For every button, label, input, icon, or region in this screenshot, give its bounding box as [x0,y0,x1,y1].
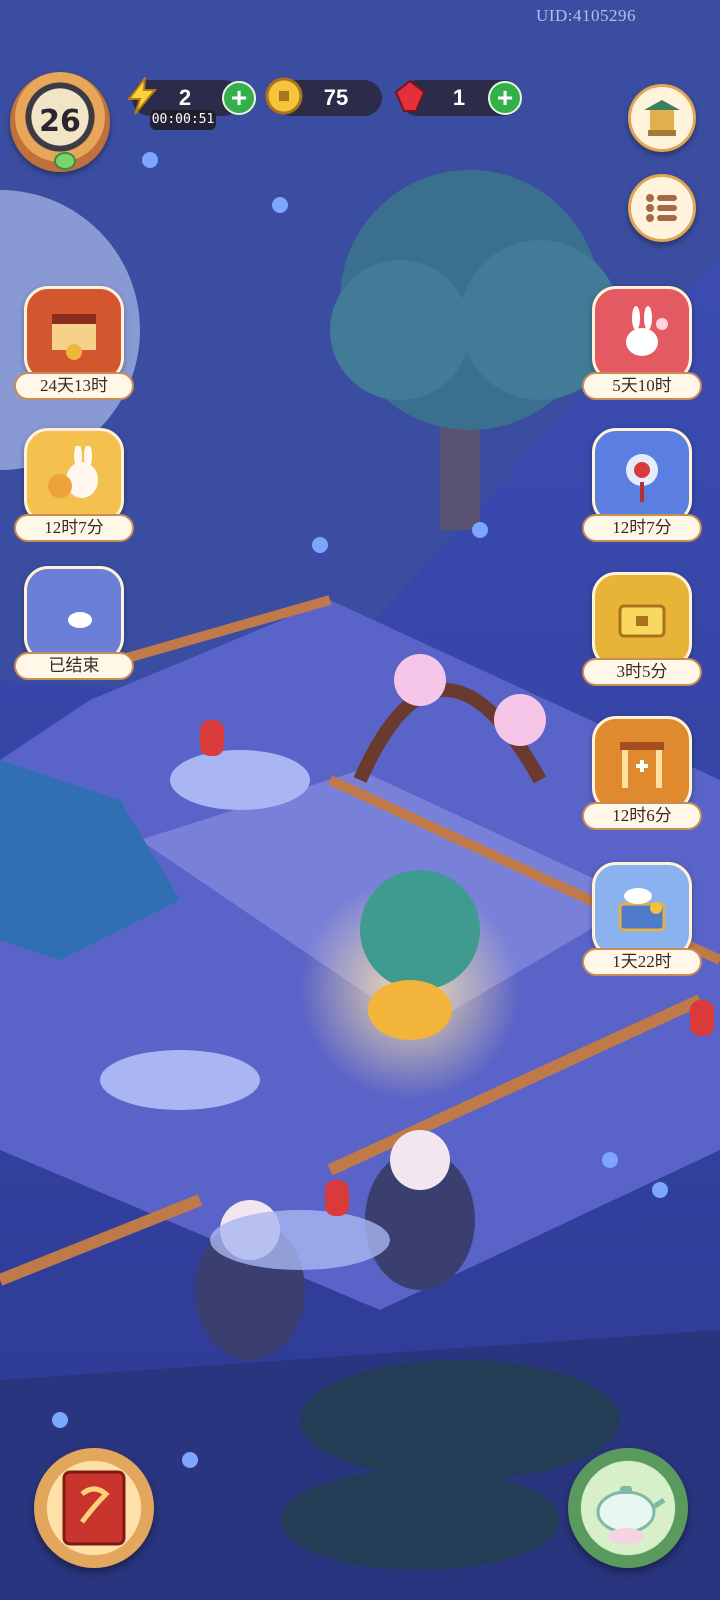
event-badge-left-1[interactable]: 24天13时 [14,286,134,406]
level-number: 26 [39,104,81,139]
event-timer-label: 12时7分 [14,514,134,542]
add-gem-button[interactable]: + [488,81,522,115]
teapot-button[interactable] [568,1448,688,1568]
event-timer-label: 24天13时 [14,372,134,400]
event-timer-label: 5天10时 [582,372,702,400]
red-book-icon [62,1470,126,1546]
golden-chest-icon [592,572,692,668]
teapot-icon [596,1486,666,1544]
event-timer-label: 已结束 [14,652,134,680]
journal-book-button[interactable] [34,1448,154,1568]
event-badge-right-4[interactable]: 12时6分 [582,716,702,836]
coin-value: 75 [323,85,349,110]
coin-icon [264,76,304,116]
treasure-chest-icon [592,862,692,958]
menu-button[interactable] [628,174,696,242]
plus-one-gate-icon [592,716,692,812]
energy-timer: 00:00:51 [150,110,216,130]
rabbit-blossom-icon [592,286,692,382]
event-badge-left-3[interactable]: 已结束 [14,566,134,686]
list-icon [646,194,677,222]
event-badge-left-2[interactable]: 12时7分 [14,428,134,548]
energy-value: 2 [178,85,192,110]
moon-rabbit-icon [24,566,124,662]
event-timer-label: 12时6分 [582,802,702,830]
coin-counter: 75 [265,77,382,116]
gem-value: 1 [452,85,466,110]
shop-pavilion-button[interactable] [628,84,696,152]
pavilion-icon [644,100,680,136]
add-energy-button[interactable]: + [222,81,256,115]
knot-charm-icon [592,428,692,524]
rabbit-lantern-icon [24,428,124,524]
level-flower-icon [54,152,76,170]
event-timer-label: 3时5分 [582,658,702,686]
scroll-gift-icon [24,286,124,382]
event-timer-label: 12时7分 [582,514,702,542]
event-timer-label: 1天22时 [582,948,702,976]
uid-label: UID:4105296 [536,6,636,25]
event-badge-right-2[interactable]: 12时7分 [582,428,702,548]
event-badge-right-5[interactable]: 1天22时 [582,862,702,982]
event-badge-right-1[interactable]: 5天10时 [582,286,702,406]
event-badge-right-3[interactable]: 3时5分 [582,572,702,692]
ruby-icon [390,76,430,116]
player-level-badge[interactable]: 26 [10,72,110,172]
